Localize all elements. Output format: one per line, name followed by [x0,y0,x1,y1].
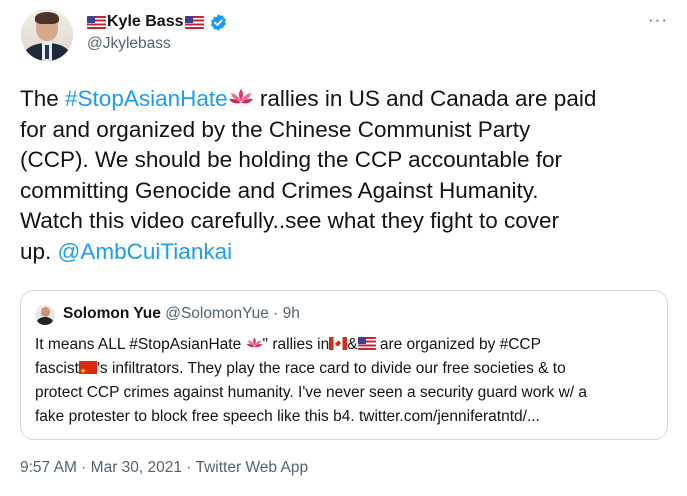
us-flag-icon [184,15,204,29]
tweet-line: for and organized by the Chinese Communi… [20,116,531,142]
tweet-line: The #StopAsianHate rallies in US and Can… [20,86,597,111]
tweet-text: The #StopAsianHate rallies in US and Can… [20,84,670,267]
quoted-tweet-text: It means ALL #StopAsianHate " rallies in… [35,333,660,429]
tweet-line: Watch this video carefully..see what the… [20,208,560,233]
canada-flag-icon [329,337,348,350]
quoted-tweet-time[interactable]: 9h [283,305,300,322]
tweet-source[interactable]: Twitter Web App [196,459,309,476]
tweet-date[interactable]: Mar 30, 2021 [91,459,182,476]
quoted-line: It means ALL #StopAsianHate " rallies in… [35,336,541,353]
author-avatar[interactable] [21,9,73,61]
verified-badge-icon [210,13,226,31]
tweet-line: committing Genocide and Crimes Against H… [20,177,539,203]
quoted-author-avatar[interactable] [35,305,55,325]
lotus-emoji-icon [246,337,262,349]
quoted-author-handle[interactable]: @SolomonYue [165,305,269,322]
quoted-tweet-header: Solomon Yue @SolomonYue · 9h [63,305,300,322]
tweet-footer: 9:57 AM · Mar 30, 2021 · Twitter Web App [20,459,309,476]
quoted-tweet[interactable]: Solomon Yue @SolomonYue · 9h It means AL… [20,290,668,440]
quoted-author-name[interactable]: Solomon Yue [63,305,161,322]
tweet-timestamp[interactable]: 9:57 AM [20,459,77,476]
quoted-line: fascist's infiltrators. They play the ra… [35,357,660,383]
hashtag-link[interactable]: #StopAsianHate [65,86,228,111]
more-options-icon[interactable]: ··· [648,10,668,30]
us-flag-icon [357,337,376,350]
tweet-line: (CCP). We should be holding the CCP acco… [20,147,562,172]
us-flag-icon [87,15,106,29]
china-flag-icon [78,359,97,383]
author-name-row[interactable]: Kyle Bass [87,12,228,32]
quoted-line: fake protester to block free speech like… [35,408,540,425]
author-display-name[interactable]: Kyle Bass [107,13,184,31]
lotus-emoji-icon [228,89,253,107]
tweet-line: up. @AmbCuiTiankai [20,238,233,264]
mention-link[interactable]: @AmbCuiTiankai [58,239,233,264]
quoted-line: protect CCP crimes against humanity. I'v… [35,384,588,401]
author-handle[interactable]: @Jkylebass [87,35,171,53]
